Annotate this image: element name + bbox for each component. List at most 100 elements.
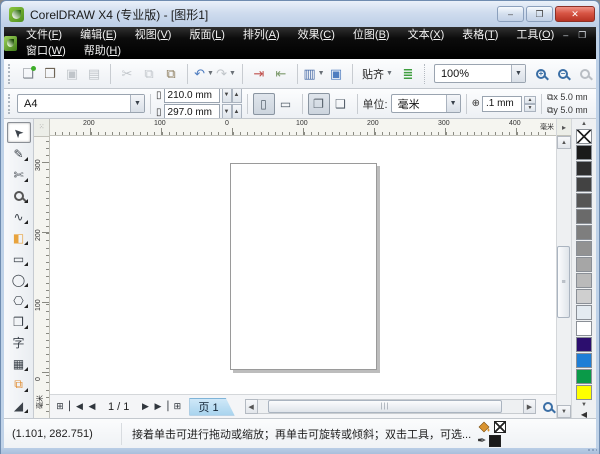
pick-tool[interactable]: ➤ [7, 122, 31, 143]
menu-item-0[interactable]: 文件(F) [17, 27, 71, 43]
color-swatch-black[interactable] [576, 145, 592, 160]
color-swatch-blue[interactable] [576, 353, 592, 368]
snap-to-menu[interactable]: 贴齐▼ [358, 63, 397, 85]
paper-height-field[interactable]: 297.0 mm [164, 104, 220, 119]
color-swatch-gray-40[interactable] [576, 241, 592, 256]
menu-item-5[interactable]: 效果(C) [289, 27, 344, 43]
color-swatch-gray-50[interactable] [576, 225, 592, 240]
doc-close-button[interactable]: ✕ [596, 27, 600, 43]
menu-item-2[interactable]: 视图(V) [126, 27, 181, 43]
paper-width-spinner[interactable]: ▼▲ [222, 89, 242, 103]
zoom-out-button[interactable]: − [552, 63, 574, 85]
scroll-right-icon[interactable]: ▶ [523, 399, 536, 414]
menu-item2-0[interactable]: 窗口(W) [17, 43, 75, 59]
import-button[interactable]: ⇥ [248, 63, 270, 85]
vertical-scrollbar[interactable]: ≡ [557, 149, 571, 405]
smart-fill-tool[interactable]: ◧ [7, 227, 31, 248]
color-swatch-gray-70[interactable] [576, 193, 592, 208]
zoom-in-button[interactable]: + [530, 63, 552, 85]
menu-item-8[interactable]: 表格(T) [453, 27, 507, 43]
landscape-button[interactable]: ▭ [275, 93, 297, 115]
menu-item-9[interactable]: 工具(O) [507, 27, 563, 43]
application-launcher-button[interactable]: ▥▼ [303, 63, 325, 85]
blend-tool[interactable]: ⧉ [7, 374, 31, 395]
navigator-zoom-icon[interactable] [543, 402, 553, 412]
crop-tool[interactable]: ✄ [7, 164, 31, 185]
menu-item2-1[interactable]: 帮助(H) [75, 43, 130, 59]
freehand-tool[interactable]: ∿ [7, 206, 31, 227]
all-pages-button[interactable]: ❐ [308, 93, 330, 115]
toolbar-grip[interactable] [8, 94, 13, 114]
color-swatch-green[interactable] [576, 369, 592, 384]
undo-button[interactable]: ↶▼ [193, 63, 215, 85]
palette-scroll-up-icon[interactable]: ▲ [581, 120, 587, 129]
rectangle-tool[interactable]: ▭ [7, 248, 31, 269]
color-swatch-gray-90[interactable] [576, 161, 592, 176]
polygon-tool[interactable]: ⎔ [7, 290, 31, 311]
minimize-button[interactable]: – [497, 6, 524, 22]
table-tool[interactable]: ▦ [7, 353, 31, 374]
doc-minimize-button[interactable]: – [563, 27, 568, 43]
menu-item-6[interactable]: 位图(B) [344, 27, 399, 43]
menu-item-3[interactable]: 版面(L) [180, 27, 233, 43]
last-page-button[interactable]: ▶ [153, 398, 169, 416]
outline-tool[interactable]: ◢ [7, 395, 31, 416]
horizontal-ruler[interactable]: 2001000100200300400毫米 [50, 119, 556, 136]
color-swatch-gray-60[interactable] [576, 209, 592, 224]
new-document-button[interactable]: ❏ [17, 63, 39, 85]
zoom-tool[interactable] [7, 185, 31, 206]
duplicate-x-field[interactable]: 5.0 mm [560, 92, 587, 102]
corel-online-button[interactable]: ▣ [325, 63, 347, 85]
zoom-level-combobox[interactable]: 100%▼ [434, 64, 526, 83]
vertical-scroll-thumb[interactable]: ≡ [557, 246, 570, 318]
shape-tool[interactable]: ✎ [7, 143, 31, 164]
text-tool[interactable]: 字 [7, 332, 31, 353]
document-navigator-icon[interactable]: ▸ [557, 119, 571, 136]
vertical-ruler[interactable]: 3002001000毫米 [34, 137, 49, 418]
menu-item-7[interactable]: 文本(X) [399, 27, 454, 43]
color-swatch-gray-20[interactable] [576, 273, 592, 288]
outline-color-swatch[interactable] [489, 435, 501, 447]
color-swatch-blue-white[interactable] [576, 305, 592, 320]
doc-restore-button[interactable]: ❐ [578, 27, 586, 43]
previous-page-button[interactable]: ◀ [84, 398, 100, 416]
menu-item-1[interactable]: 编辑(E) [71, 27, 126, 43]
paper-height-spinner[interactable]: ▼▲ [222, 104, 242, 119]
page-tab[interactable]: 页 1 [189, 398, 234, 416]
next-page-button[interactable]: ▶ [137, 398, 153, 416]
color-swatch-gray-80[interactable] [576, 177, 592, 192]
units-combobox[interactable]: 毫米 ▼ [391, 94, 461, 113]
current-page-button[interactable]: ❑ [330, 93, 352, 115]
ellipse-tool[interactable]: ◯ [7, 269, 31, 290]
portrait-button[interactable]: ▯ [253, 93, 275, 115]
color-swatch-yellow[interactable] [576, 385, 592, 400]
nudge-offset-field[interactable]: .1 mm [482, 96, 522, 112]
horizontal-scroll-thumb[interactable]: ||| [268, 400, 502, 413]
paper-preset-combobox[interactable]: A4 ▼ [17, 94, 145, 113]
restore-button[interactable]: ❐ [526, 6, 553, 22]
horizontal-scrollbar[interactable]: ◀ ||| ▶ [245, 399, 536, 414]
paste-button[interactable]: ⧉ [160, 63, 182, 85]
scroll-down-icon[interactable]: ▼ [557, 405, 571, 418]
paper-width-field[interactable]: 210.0 mm [164, 89, 220, 103]
toolbar-grip[interactable] [8, 64, 13, 84]
resize-grip[interactable] [587, 448, 597, 453]
duplicate-y-field[interactable]: 5.0 mm [560, 105, 587, 115]
add-page-end-button[interactable]: ⊞ [169, 398, 185, 416]
export-button[interactable]: ⇤ [270, 63, 292, 85]
color-swatch-no-color[interactable] [576, 129, 592, 144]
page-a4[interactable] [230, 163, 377, 370]
color-swatch-white[interactable] [576, 321, 592, 336]
chevron-down-icon[interactable]: ▼ [446, 95, 460, 112]
ruler-origin-button[interactable]: ⁙ [34, 119, 49, 137]
options-button[interactable]: ≣ [397, 63, 419, 85]
palette-scroll-down-icon[interactable]: ▼ [581, 401, 587, 410]
open-button[interactable]: ❒ [39, 63, 61, 85]
menu-item-4[interactable]: 排列(A) [234, 27, 289, 43]
drawing-canvas[interactable] [50, 136, 556, 394]
add-page-start-button[interactable]: ⊞ [52, 398, 68, 416]
nudge-spinner[interactable]: ▲▼ [524, 96, 536, 112]
basic-shapes-tool[interactable]: ❒ [7, 311, 31, 332]
close-button[interactable]: ✕ [555, 6, 595, 22]
scroll-left-icon[interactable]: ◀ [245, 399, 258, 414]
